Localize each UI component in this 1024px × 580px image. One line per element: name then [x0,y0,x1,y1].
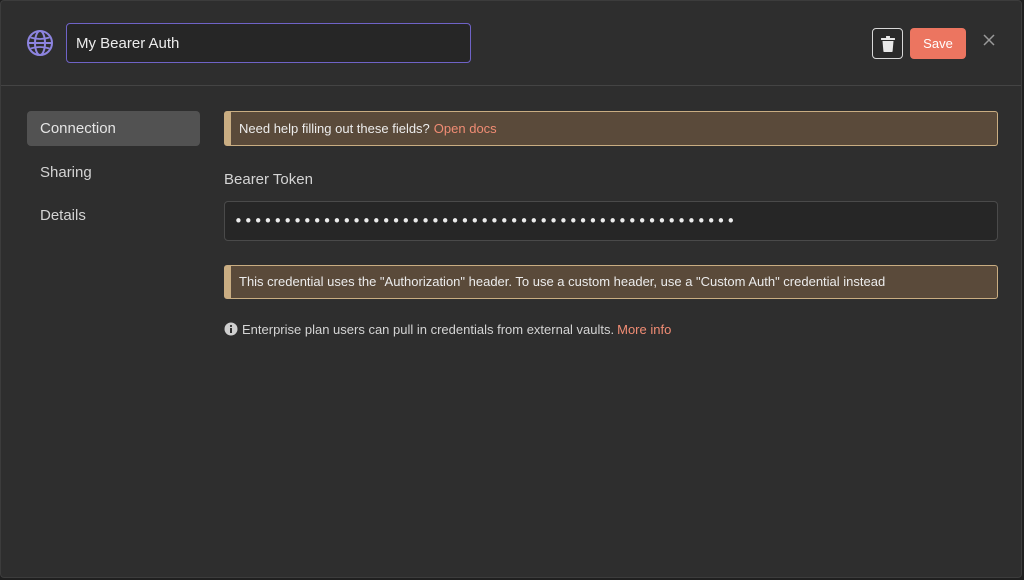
header-callout: This credential uses the "Authorization"… [224,265,998,299]
modal-header: Save [1,1,1021,86]
save-button[interactable]: Save [910,28,966,59]
help-callout-text: Need help filling out these fields? [239,121,430,136]
vault-info: Enterprise plan users can pull in creden… [224,322,671,338]
credential-name-input[interactable] [66,23,471,63]
info-icon [224,322,238,336]
credential-modal: Save Connection Sharing Details Need hel… [0,0,1022,578]
sidebar-item-connection[interactable]: Connection [27,111,200,146]
open-docs-link[interactable]: Open docs [434,121,497,136]
globe-icon [26,29,54,57]
delete-button[interactable] [872,28,903,59]
sidebar-item-sharing[interactable]: Sharing [27,155,200,190]
bearer-token-label: Bearer Token [224,171,313,188]
more-info-link[interactable]: More info [617,322,671,337]
trash-icon [881,36,895,52]
bearer-token-input[interactable] [224,201,998,241]
header-callout-text: This credential uses the "Authorization"… [239,274,886,289]
help-callout: Need help filling out these fields? Open … [224,111,998,146]
close-icon[interactable] [982,33,996,47]
vault-info-text: Enterprise plan users can pull in creden… [242,322,615,337]
sidebar-item-details[interactable]: Details [27,198,200,233]
